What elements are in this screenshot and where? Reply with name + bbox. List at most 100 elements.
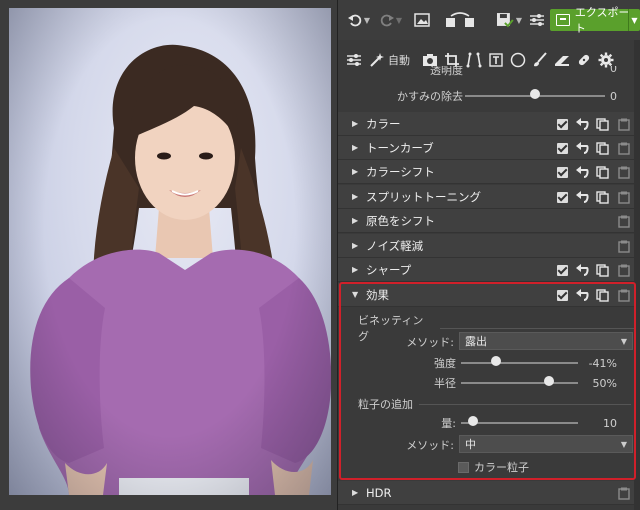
- grain-method-select[interactable]: 中 ▼: [459, 435, 633, 453]
- paste-button[interactable]: [617, 263, 631, 277]
- copy-icon: [595, 117, 609, 131]
- enable-checkbox[interactable]: [555, 165, 569, 179]
- reset-button[interactable]: [575, 141, 589, 155]
- section-header[interactable]: ▶ シャープ: [338, 258, 640, 282]
- section-header[interactable]: ▶ スプリットトーニング: [338, 185, 640, 209]
- grain-amount-track[interactable]: [461, 422, 578, 424]
- paste-button[interactable]: [617, 117, 631, 131]
- section-header[interactable]: ▶ トーンカーブ: [338, 136, 640, 160]
- checkbox-checked-icon: [556, 118, 568, 130]
- chevron-right-icon: ▶: [352, 488, 359, 497]
- clarity-slider-row: 透明度 0: [338, 66, 640, 80]
- paste-button[interactable]: [617, 288, 631, 302]
- section-header[interactable]: ▶ カラー: [338, 112, 640, 136]
- copy-icon: [595, 165, 609, 179]
- grain-amount-label: 量:: [441, 417, 456, 430]
- sliders-icon: [347, 54, 361, 66]
- reset-icon: [575, 166, 589, 178]
- vignette-method-value: 露出: [465, 335, 487, 348]
- vignette-radius-value: 50%: [592, 376, 617, 390]
- copy-button[interactable]: [595, 288, 609, 302]
- save-icon: [496, 13, 514, 28]
- paste-button[interactable]: [617, 214, 631, 228]
- slider-value: 0: [610, 66, 617, 75]
- undo-icon: [347, 14, 362, 27]
- undo-button[interactable]: ▼: [344, 9, 374, 31]
- camera-icon: [423, 54, 437, 66]
- reset-button[interactable]: [575, 165, 589, 179]
- grain-amount-value: 10: [603, 416, 617, 430]
- grain-amount-knob[interactable]: [467, 416, 478, 426]
- top-toolbar: ▼ ▼ ▼ エクスポート ▼: [338, 0, 640, 40]
- slider-label: 透明度: [430, 66, 463, 77]
- paste-icon: [618, 118, 630, 131]
- chevron-right-icon: ▶: [352, 216, 359, 225]
- settings-sliders-button[interactable]: [528, 9, 546, 31]
- vignette-overlay: [9, 8, 331, 495]
- section-effects-header[interactable]: ▼ 効果: [338, 283, 640, 307]
- section-title: スプリットトーニング: [366, 189, 481, 204]
- section-header[interactable]: ▶ カラーシフト: [338, 160, 640, 184]
- vignette-method-label: メソッド:: [406, 336, 454, 349]
- export-button[interactable]: エクスポート ▼: [550, 6, 640, 35]
- redo-icon: [380, 14, 394, 27]
- reset-button[interactable]: [575, 288, 589, 302]
- enable-checkbox[interactable]: [555, 141, 569, 155]
- chevron-down-icon: ▼: [363, 15, 371, 25]
- rotate-button[interactable]: [442, 9, 478, 31]
- copy-button[interactable]: [595, 117, 609, 131]
- vignette-radius-row: 半径 50%: [338, 373, 640, 393]
- section-title: トーンカーブ: [366, 140, 434, 155]
- reset-icon: [575, 191, 589, 203]
- slider-value: 0: [610, 89, 617, 103]
- reset-icon: [575, 142, 589, 154]
- paste-icon: [618, 264, 630, 277]
- copy-button[interactable]: [595, 141, 609, 155]
- checkbox-checked-icon: [556, 166, 568, 178]
- section-title: 原色をシフト: [366, 213, 435, 228]
- paste-icon: [618, 191, 630, 204]
- vignette-radius-knob[interactable]: [543, 376, 554, 386]
- section-title: ノイズ軽減: [366, 238, 424, 253]
- paste-button[interactable]: [617, 239, 631, 253]
- panel-scrollbar[interactable]: [634, 40, 640, 510]
- copy-button[interactable]: [595, 165, 609, 179]
- redo-button[interactable]: ▼: [376, 9, 406, 31]
- paste-button[interactable]: [617, 141, 631, 155]
- divider: [419, 403, 631, 405]
- chevron-down-icon: ▼: [515, 15, 522, 25]
- enable-checkbox[interactable]: [555, 263, 569, 277]
- enable-checkbox[interactable]: [555, 288, 569, 302]
- vignette-method-select[interactable]: 露出 ▼: [459, 332, 633, 350]
- section-header[interactable]: ▶ ノイズ軽減: [338, 234, 640, 258]
- vignette-strength-knob[interactable]: [490, 356, 501, 366]
- enable-checkbox[interactable]: [555, 190, 569, 204]
- paste-button[interactable]: [617, 165, 631, 179]
- image-view-button[interactable]: [412, 9, 432, 31]
- section-hdr-header[interactable]: ▶ HDR: [338, 481, 640, 505]
- grain-heading-label: 粒子の追加: [358, 398, 413, 411]
- chevron-down-icon[interactable]: ▼: [628, 9, 640, 31]
- vignette-radius-track[interactable]: [461, 382, 578, 384]
- gradient-icon: [555, 56, 569, 66]
- copy-button[interactable]: [595, 190, 609, 204]
- reset-button[interactable]: [575, 263, 589, 277]
- copy-button[interactable]: [595, 263, 609, 277]
- reset-button[interactable]: [575, 190, 589, 204]
- save-button[interactable]: ▼: [496, 9, 522, 31]
- section-title: カラーシフト: [366, 164, 435, 179]
- section-header[interactable]: ▶ 原色をシフト: [338, 209, 640, 233]
- slider-label: かすみの除去: [397, 90, 463, 103]
- vignette-strength-value: -41%: [588, 356, 617, 370]
- dehaze-slider-knob[interactable]: [530, 89, 540, 99]
- photo-canvas[interactable]: [0, 0, 337, 510]
- vignette-strength-track[interactable]: [461, 362, 578, 364]
- dehaze-slider-row: かすみの除去 0: [338, 86, 640, 106]
- checkbox-unchecked-icon: [458, 461, 469, 473]
- paste-button[interactable]: [617, 190, 631, 204]
- reset-button[interactable]: [575, 117, 589, 131]
- color-grain-checkbox[interactable]: カラー粒子: [458, 459, 529, 475]
- paste-button[interactable]: [617, 486, 631, 500]
- section-title: カラー: [366, 116, 401, 131]
- enable-checkbox[interactable]: [555, 117, 569, 131]
